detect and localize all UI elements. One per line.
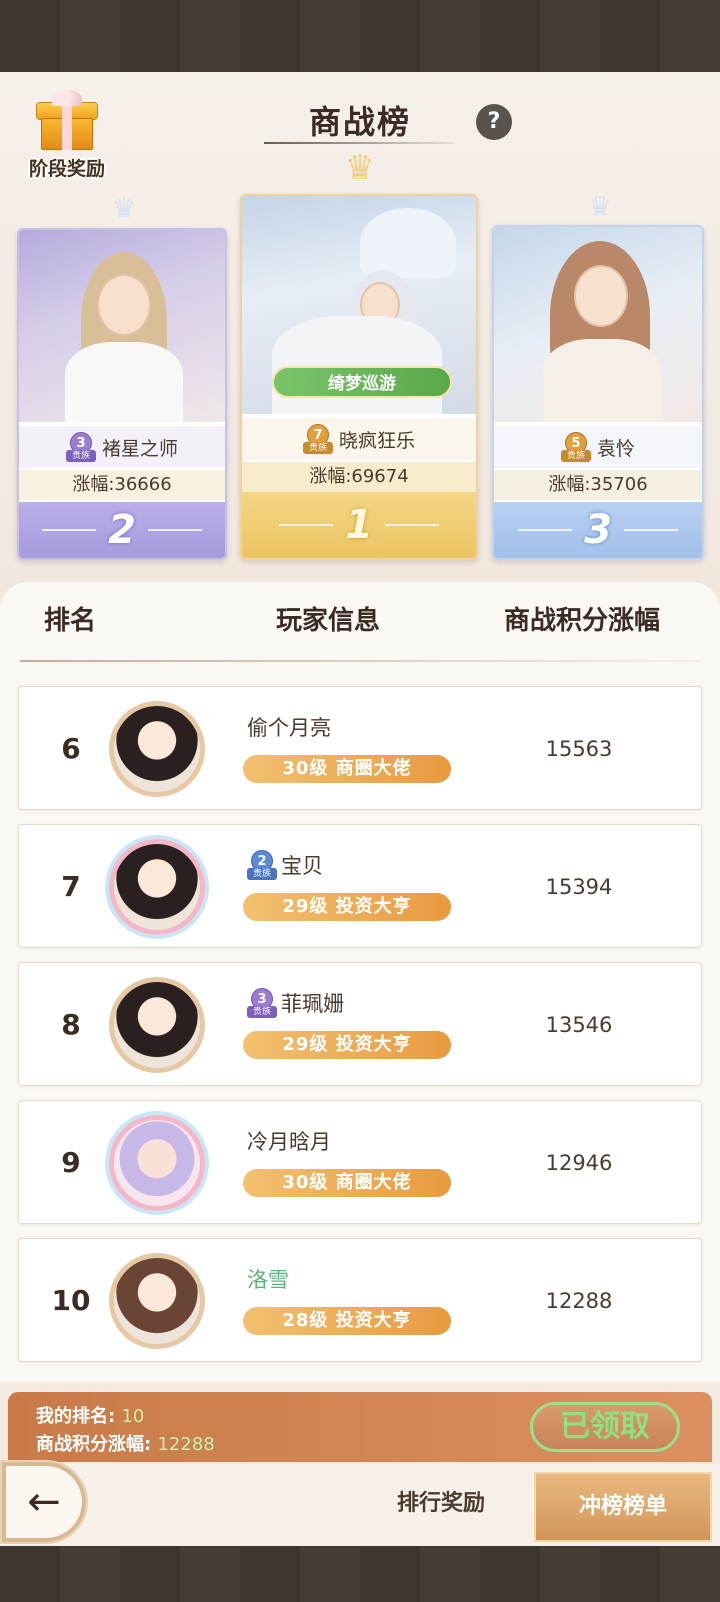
row-rank: 8 [61, 1008, 81, 1041]
podium-card-second[interactable]: 3 贵族 褚星之师 涨幅:36666 2 [17, 228, 227, 560]
row-level-title: 29级 投资大亨 [243, 1031, 451, 1059]
avatar[interactable] [109, 1115, 205, 1211]
header-rank: 排名 [44, 606, 97, 636]
row-level-title: 29级 投资大亨 [243, 893, 451, 921]
rank-plate: 3 [494, 502, 702, 558]
noble-badge: 3 贵族 [247, 988, 277, 1018]
page-title: 商战榜 [308, 103, 411, 141]
player-portrait [19, 230, 225, 422]
header-player-info: 玩家信息 [276, 606, 381, 636]
row-rank: 7 [61, 870, 81, 903]
title-underline [264, 142, 454, 144]
row-level-title: 30级 商圈大佬 [243, 755, 451, 783]
silver-crown-icon: ♛ [588, 192, 612, 222]
row-player-name: 偷个月亮 [247, 716, 331, 740]
player-name: 晓疯狂乐 [338, 429, 415, 452]
noble-badge: 5 贵族 [560, 432, 591, 462]
rank-plate: 1 [242, 492, 476, 558]
top-decor-bar [0, 0, 720, 72]
table-row[interactable]: 6 偷个月亮 30级 商圈大佬 15563 [18, 686, 702, 810]
row-player-name: 冷月晗月 [247, 1130, 331, 1154]
silver-crown-icon: ♛ [112, 194, 136, 224]
row-level-title: 28级 投资大亨 [243, 1307, 451, 1335]
noble-badge: 2 贵族 [247, 850, 277, 880]
header-score: 商战积分涨幅 [504, 606, 661, 636]
player-portrait [494, 227, 702, 422]
gain-value: 涨幅:69674 [242, 462, 476, 492]
avatar[interactable] [109, 839, 205, 935]
row-player-name: 2 贵族 宝贝 [247, 849, 323, 881]
row-score: 15563 [545, 737, 613, 761]
gain-value: 涨幅:36666 [19, 470, 225, 500]
tab-ranking-list[interactable]: 冲榜榜单 [534, 1472, 712, 1542]
rank-plate: 2 [19, 502, 225, 558]
ranking-rows: 6 偷个月亮 30级 商圈大佬 15563 7 2 贵族 宝贝 29级 投资大亨… [18, 686, 702, 1376]
claimed-button[interactable]: 已领取 [530, 1402, 680, 1452]
podium-card-first[interactable]: 绮梦巡游 7 贵族 晓疯狂乐 涨幅:69674 1 [240, 194, 478, 560]
player-name: 袁怜 [596, 437, 635, 460]
avatar[interactable] [109, 1253, 205, 1349]
podium-card-third[interactable]: 5 贵族 袁怜 涨幅:35706 3 [492, 225, 704, 560]
help-button[interactable]: ? [476, 104, 512, 140]
avatar[interactable] [109, 977, 205, 1073]
my-score-line: 商战积分涨幅: 12288 [36, 1434, 215, 1455]
table-row[interactable]: 8 3 贵族 菲珮姗 29级 投资大亨 13546 [18, 962, 702, 1086]
noble-badge: 3 贵族 [65, 432, 96, 462]
list-header: 排名 玩家信息 商战积分涨幅 [0, 600, 720, 650]
player-name: 褚星之师 [101, 437, 178, 460]
row-score: 12946 [545, 1151, 613, 1175]
table-row[interactable]: 9 冷月晗月 30级 商圈大佬 12946 [18, 1100, 702, 1224]
row-rank: 9 [61, 1146, 81, 1179]
row-score: 15394 [545, 875, 613, 899]
row-score: 12288 [545, 1289, 613, 1313]
row-player-name: 3 贵族 菲珮姗 [247, 987, 344, 1019]
row-score: 13546 [545, 1013, 613, 1037]
gold-crown-icon: ♛ [344, 148, 376, 188]
noble-badge: 7 贵族 [302, 424, 333, 454]
avatar[interactable] [109, 701, 205, 797]
table-row[interactable]: 10 洛雪 28级 投资大亨 12288 [18, 1238, 702, 1362]
tab-rank-rewards[interactable]: 排行奖励 [376, 1476, 506, 1532]
table-row[interactable]: 7 2 贵族 宝贝 29级 投资大亨 15394 [18, 824, 702, 948]
my-rank-line: 我的排名: 10 [36, 1406, 145, 1427]
back-arrow-icon[interactable]: ← [0, 1460, 88, 1544]
gain-value: 涨幅:35706 [494, 470, 702, 500]
header-divider [20, 660, 700, 662]
row-level-title: 30级 商圈大佬 [243, 1169, 451, 1197]
row-rank: 6 [61, 732, 81, 765]
row-rank: 10 [51, 1284, 91, 1317]
event-badge: 绮梦巡游 [272, 366, 452, 398]
stage-reward-label: 阶段奖励 [28, 158, 105, 180]
row-player-name: 洛雪 [247, 1268, 289, 1292]
bottom-decor-bar [0, 1546, 720, 1602]
